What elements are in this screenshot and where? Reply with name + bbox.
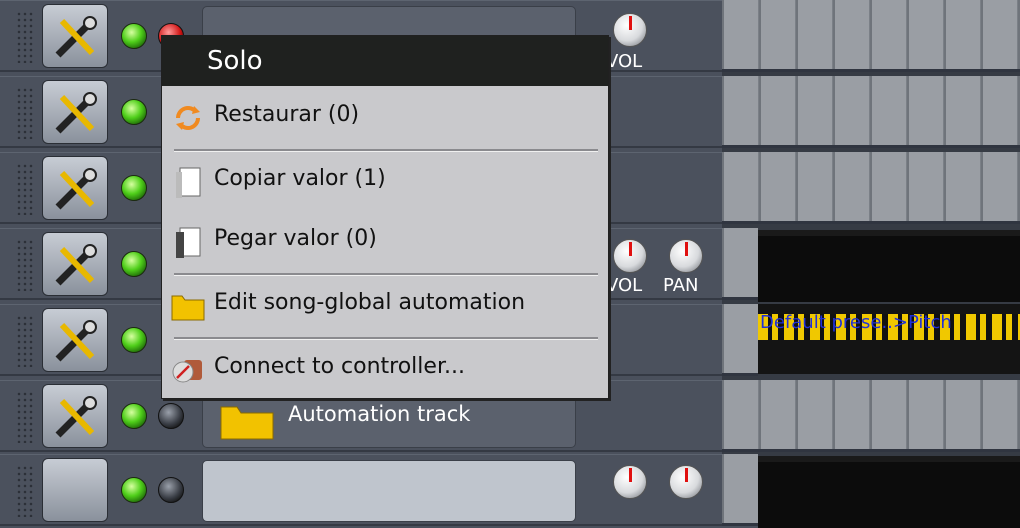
volume-knob[interactable] bbox=[613, 239, 647, 273]
pattern-row-2[interactable] bbox=[722, 76, 1020, 148]
track-actions-button[interactable] bbox=[42, 384, 108, 448]
wrench-screwdriver-icon bbox=[55, 16, 97, 58]
mute-led[interactable] bbox=[121, 23, 147, 49]
paste-icon bbox=[176, 227, 201, 258]
track-actions-button[interactable] bbox=[42, 308, 108, 372]
solo-led[interactable] bbox=[158, 403, 184, 429]
drag-grip[interactable] bbox=[16, 163, 34, 215]
menu-item-label: Pegar valor (0) bbox=[214, 226, 377, 251]
pitch-clip[interactable]: Default prese..>Pitch bbox=[758, 304, 1020, 374]
menu-title: Solo bbox=[162, 36, 608, 86]
menu-item-label: Copiar valor (1) bbox=[214, 166, 386, 191]
track-actions-button[interactable] bbox=[42, 458, 108, 522]
reload-icon bbox=[176, 106, 200, 130]
automation-clip[interactable] bbox=[758, 230, 1020, 302]
menu-separator bbox=[174, 337, 598, 340]
mute-led[interactable] bbox=[121, 327, 147, 353]
menu-item-paste-value[interactable]: Pegar valor (0) bbox=[162, 216, 608, 268]
menu-item-edit-song-global-automation[interactable]: Edit song-global automation bbox=[162, 280, 608, 332]
folder-icon bbox=[220, 406, 274, 440]
drag-grip[interactable] bbox=[16, 315, 34, 367]
automation-track-name: Automation track bbox=[288, 402, 471, 426]
mute-led[interactable] bbox=[121, 403, 147, 429]
pattern-row-6[interactable] bbox=[722, 380, 1020, 452]
pitch-clip-label: Default prese..>Pitch bbox=[760, 312, 952, 333]
pan-knob[interactable] bbox=[669, 465, 703, 499]
wrench-screwdriver-icon bbox=[55, 244, 97, 286]
drag-grip[interactable] bbox=[16, 11, 34, 63]
drag-grip[interactable] bbox=[16, 87, 34, 139]
copy-icon bbox=[176, 167, 201, 198]
track-actions-button[interactable] bbox=[42, 232, 108, 296]
track-7 bbox=[0, 454, 722, 526]
vol-label: VOL bbox=[606, 51, 643, 72]
track-actions-button[interactable] bbox=[42, 80, 108, 144]
menu-item-label: Edit song-global automation bbox=[214, 290, 526, 315]
track-name[interactable] bbox=[202, 460, 576, 522]
track-actions-button[interactable] bbox=[42, 4, 108, 68]
vol-label: VOL bbox=[606, 275, 643, 296]
context-menu: Solo Restaurar (0) Copiar valor (1) Pega… bbox=[161, 35, 609, 399]
pattern-row-1[interactable] bbox=[722, 0, 1020, 72]
menu-item-label: Connect to controller... bbox=[214, 354, 465, 379]
menu-item-connect-to-controller[interactable]: Connect to controller... bbox=[162, 344, 608, 396]
drag-grip[interactable] bbox=[16, 391, 34, 443]
menu-separator bbox=[174, 273, 598, 276]
wrench-screwdriver-icon bbox=[55, 320, 97, 362]
track-actions-button[interactable] bbox=[42, 156, 108, 220]
pattern-row-7[interactable] bbox=[722, 454, 758, 526]
pan-label: PAN bbox=[663, 275, 699, 296]
mute-led[interactable] bbox=[121, 175, 147, 201]
controller-icon bbox=[172, 360, 202, 383]
drag-grip[interactable] bbox=[16, 239, 34, 291]
menu-item-copy-value[interactable]: Copiar valor (1) bbox=[162, 156, 608, 208]
pattern-row-3[interactable] bbox=[722, 152, 1020, 224]
pattern-row-4[interactable] bbox=[722, 228, 758, 300]
automation-clip-2[interactable] bbox=[758, 456, 1020, 528]
wrench-screwdriver-icon bbox=[55, 396, 97, 438]
volume-knob[interactable] bbox=[613, 13, 647, 47]
mute-led[interactable] bbox=[121, 99, 147, 125]
wrench-screwdriver-icon bbox=[55, 92, 97, 134]
mute-led[interactable] bbox=[121, 251, 147, 277]
volume-knob[interactable] bbox=[613, 465, 647, 499]
wrench-screwdriver-icon bbox=[55, 168, 97, 210]
menu-item-label: Restaurar (0) bbox=[214, 102, 360, 127]
drag-grip[interactable] bbox=[16, 465, 34, 517]
pattern-row-5[interactable] bbox=[722, 304, 758, 376]
folder-icon bbox=[171, 295, 205, 321]
pan-knob[interactable] bbox=[669, 239, 703, 273]
menu-separator bbox=[174, 149, 598, 152]
menu-item-restore[interactable]: Restaurar (0) bbox=[162, 92, 608, 144]
